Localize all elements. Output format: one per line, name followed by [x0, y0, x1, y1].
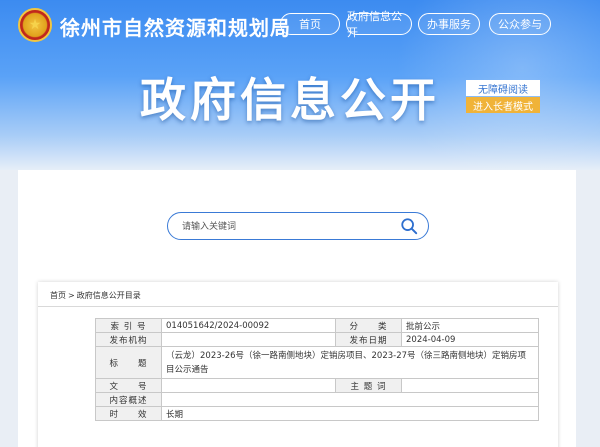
- table-row: 索 引 号 014051642/2024-00092 分 类 批前公示: [95, 318, 539, 333]
- table-row: 发布机构 发布日期 2024-04-09: [95, 332, 539, 347]
- info-detail-card: 首页 > 政府信息公开目录 索 引 号 014051642/2024-00092 分…: [38, 282, 558, 447]
- table-row: 标 题 （云龙）2023-26号（徐一路南侧地块）定销房项目、2023-27号（…: [95, 346, 539, 379]
- table-row: 内容概述: [95, 392, 539, 407]
- title-value: （云龙）2023-26号（徐一路南侧地块）定销房项目、2023-27号（徐三路南…: [161, 346, 539, 379]
- search-input[interactable]: [182, 219, 392, 235]
- metadata-table: 索 引 号 014051642/2024-00092 分 类 批前公示 发布机构…: [95, 318, 539, 421]
- breadcrumb-separator: >: [68, 291, 75, 300]
- divider: [38, 306, 558, 307]
- date-value: 2024-04-09: [401, 332, 539, 347]
- elderly-mode-button[interactable]: 进入长者模式: [466, 97, 540, 113]
- subject-label: 主 题 词: [335, 378, 402, 393]
- title-label: 标 题: [95, 346, 162, 379]
- breadcrumb: 首页 > 政府信息公开目录: [50, 290, 143, 301]
- breadcrumb-current[interactable]: 政府信息公开目录: [77, 291, 141, 300]
- nav-gov-info[interactable]: 政府信息公开: [346, 10, 412, 39]
- publisher-label: 发布机构: [95, 332, 162, 347]
- doc-no-label: 文 号: [95, 378, 162, 393]
- national-emblem-icon: ★: [18, 8, 52, 42]
- table-row: 时 效 长期: [95, 406, 539, 421]
- nav-participation[interactable]: 公众参与: [489, 13, 551, 35]
- summary-label: 内容概述: [95, 392, 162, 407]
- period-label: 时 效: [95, 406, 162, 421]
- breadcrumb-home[interactable]: 首页: [50, 291, 66, 300]
- date-label: 发布日期: [335, 332, 402, 347]
- publisher-value: [161, 332, 336, 347]
- subject-value: [401, 378, 539, 393]
- barrier-free-button[interactable]: 无障碍阅读: [466, 80, 540, 96]
- index-value: 014051642/2024-00092: [161, 318, 336, 333]
- category-label: 分 类: [335, 318, 402, 333]
- site-name[interactable]: 徐州市自然资源和规划局: [60, 12, 291, 41]
- search-box[interactable]: [167, 212, 429, 240]
- search-section: [18, 170, 576, 274]
- index-label: 索 引 号: [95, 318, 162, 333]
- summary-value: [161, 392, 539, 407]
- category-value: 批前公示: [401, 318, 539, 333]
- banner-title: 政府信息公开: [140, 73, 440, 127]
- content-panel: 首页>政府信息公开目录 索 引 号 014051642/2024-00092 分…: [18, 170, 576, 447]
- site-header: ★ 徐州市自然资源和规划局 首页 政府信息公开 办事服务 公众参与 政府信息公开…: [0, 0, 600, 170]
- search-icon[interactable]: [400, 217, 418, 235]
- nav-home[interactable]: 首页: [280, 13, 340, 35]
- period-value: 长期: [161, 406, 539, 421]
- doc-no-value: [161, 378, 336, 393]
- nav-services[interactable]: 办事服务: [418, 13, 480, 35]
- table-row: 文 号 主 题 词: [95, 378, 539, 393]
